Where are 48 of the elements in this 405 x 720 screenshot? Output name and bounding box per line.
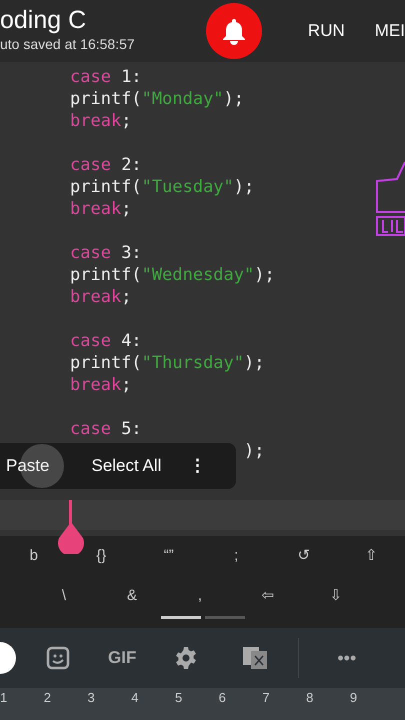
key-hint: 3 (87, 689, 95, 707)
app-title: oding C (0, 6, 88, 34)
symbol-key[interactable]: ⇧ (338, 544, 405, 568)
symbol-key[interactable]: “” (135, 544, 202, 568)
key-hint: 5 (174, 689, 182, 707)
symbol-key[interactable]: ↺ (270, 544, 338, 568)
symbol-key[interactable]: & (98, 584, 166, 608)
code-line: case 4: (70, 331, 142, 351)
paste-button[interactable]: Paste (0, 453, 56, 479)
symbol-key[interactable]: ⇦ (234, 584, 302, 608)
code-line: case 3: (70, 243, 142, 263)
code-line: break; (70, 111, 132, 131)
key-hint: 6 (218, 689, 226, 707)
symbol-key[interactable]: ⇩ (302, 584, 370, 608)
code-line: printf("Tuesday"); (70, 177, 254, 197)
gif-button[interactable]: GIF (108, 645, 136, 671)
sticker-icon[interactable] (46, 646, 70, 670)
key-hint: 9 (350, 689, 358, 707)
code-line: case 2: (70, 155, 142, 175)
code-line: printf("Monday"); (70, 89, 244, 109)
key-hint: 8 (306, 689, 314, 707)
code-line: printf("Wednesday"); (70, 265, 275, 285)
code-line: case 5: (70, 419, 142, 439)
symbol-key[interactable]: b (0, 544, 68, 568)
more-options-button[interactable]: ⋮ (183, 453, 212, 479)
key-hint: 2 (44, 689, 51, 707)
translate-icon[interactable] (242, 646, 268, 670)
select-all-button[interactable]: Select All (85, 453, 168, 479)
code-line: break; (70, 199, 132, 219)
run-button[interactable]: RUN (308, 18, 345, 44)
code-line: printf("Thursday"); (70, 353, 264, 373)
key-hint: 1 (0, 689, 8, 707)
key-hint: 4 (131, 689, 138, 707)
code-line: ); (242, 441, 264, 461)
symbol-key[interactable]: \ (30, 584, 98, 608)
symbol-key[interactable]: , (166, 584, 234, 608)
code-line: case 1: (70, 67, 142, 87)
key-hint: 7 (262, 689, 270, 707)
cursor-handle[interactable] (58, 500, 84, 554)
code-line: break; (70, 287, 132, 307)
menu-button[interactable]: MEI (374, 18, 405, 44)
symbol-key[interactable]: ; (202, 544, 270, 568)
autosave-status: uto saved at 16:58:57 (0, 35, 135, 54)
settings-icon[interactable] (174, 646, 198, 670)
code-line: break; (70, 375, 132, 395)
bell-icon (220, 17, 247, 45)
more-button[interactable]: ••• (337, 644, 356, 672)
symbol-key[interactable]: {} (68, 544, 135, 568)
